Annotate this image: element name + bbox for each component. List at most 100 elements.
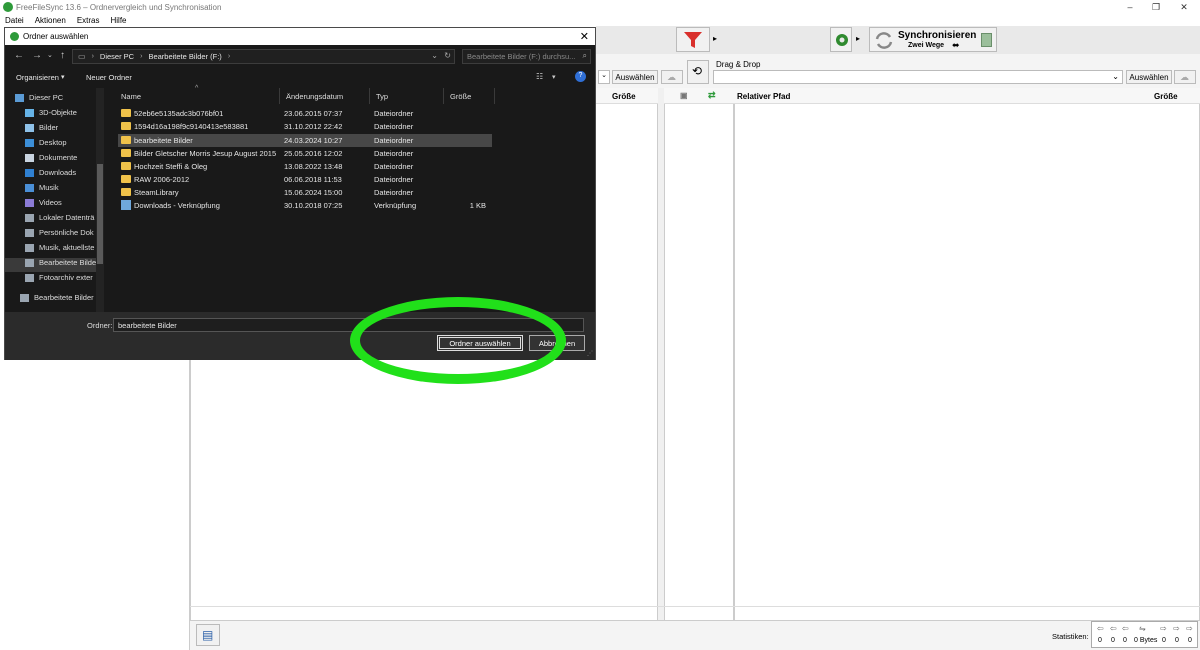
folder-icon <box>121 109 131 117</box>
file-row[interactable]: SteamLibrary 15.06.2024 15:00 Dateiordner <box>118 186 492 199</box>
nav-item-this-pc[interactable]: Dieser PC <box>15 93 107 107</box>
search-icon: ⌕ <box>582 51 587 60</box>
file-row[interactable]: 1594d16a198f9c9140413e583881 31.10.2012 2… <box>118 120 492 133</box>
dialog-title-bar: Ordner auswählen ✕ <box>5 28 595 45</box>
sync-config-icon <box>981 33 992 47</box>
filter-icon <box>684 32 702 48</box>
menu-extras[interactable]: Extras <box>77 16 100 25</box>
right-folder-input[interactable]: ⌄ <box>713 70 1123 84</box>
refresh-icon[interactable]: ↻ <box>444 51 451 60</box>
right-grid-header: Relativer Pfad Größe <box>734 88 1200 104</box>
new-folder-button[interactable]: Neuer Ordner <box>86 73 132 82</box>
view-options-icon[interactable]: ☷ <box>536 72 543 81</box>
minimize-button[interactable]: – <box>1120 2 1140 12</box>
app-icon <box>3 2 13 12</box>
close-button[interactable]: ✕ <box>1174 2 1194 13</box>
music-icon <box>25 184 34 193</box>
settings-button[interactable] <box>830 27 852 52</box>
menu-hilfe[interactable]: Hilfe <box>111 16 127 25</box>
drive-icon <box>20 294 29 303</box>
right-grid <box>734 88 1200 620</box>
column-header-type[interactable]: Typ <box>370 88 444 104</box>
up-arrow-icon[interactable]: ↑ <box>60 50 65 61</box>
middle-grid <box>664 88 734 620</box>
settings-dropdown-icon[interactable]: ▸ <box>856 34 860 43</box>
forward-arrow-icon[interactable]: → <box>32 50 42 61</box>
view-dropdown-icon[interactable]: ▾ <box>552 73 556 81</box>
sync-icon <box>875 32 893 49</box>
breadcrumb-separator: › <box>227 53 231 60</box>
download-icon <box>25 169 34 178</box>
dialog-close-button[interactable]: ✕ <box>580 30 589 43</box>
dialog-toolbar: Organisieren ▾ Neuer Ordner ☷ ▾ ? <box>5 69 595 86</box>
resize-grip-icon[interactable]: ⋰ <box>587 350 593 357</box>
breadcrumb-separator: › <box>140 53 143 60</box>
column-header-size[interactable]: Größe <box>444 88 495 104</box>
address-dropdown-icon[interactable]: ⌄ <box>431 51 438 60</box>
menu-bar: Datei Aktionen Extras Hilfe <box>0 14 1200 26</box>
history-dropdown-icon[interactable]: ⌄ <box>47 51 53 59</box>
file-row[interactable]: Downloads - Verknüpfung 30.10.2018 07:25 V… <box>118 199 492 212</box>
stat-delete-right-icon: ⇨ <box>1186 624 1193 633</box>
log-icon: ▤ <box>202 628 214 642</box>
sync-label: Synchronisieren <box>898 30 977 41</box>
log-button[interactable]: ▤ <box>196 624 220 646</box>
chevron-down-icon[interactable]: ⌄ <box>1112 72 1119 81</box>
menu-datei[interactable]: Datei <box>5 16 24 25</box>
document-icon <box>25 154 34 163</box>
navigation-scroll-thumb[interactable] <box>97 164 103 264</box>
folder-icon <box>121 136 131 144</box>
left-size-header[interactable]: Größe <box>612 92 636 101</box>
drive-icon: ▭ <box>78 52 86 61</box>
filter-dropdown-icon[interactable]: ▸ <box>713 34 717 43</box>
file-row[interactable]: 52eb6e5135adc3b076bf01 23.06.2015 07:37 Da… <box>118 107 492 120</box>
left-folder-dropdown[interactable]: ⌄ <box>598 70 610 84</box>
cloud-icon: ☁ <box>667 72 676 82</box>
file-row[interactable]: Hochzeit Steffi & Oleg 13.08.2022 13:48 Da… <box>118 160 492 173</box>
navigation-pane: Dieser PC 3D-Objekte Bilder Desktop Doku… <box>5 88 104 312</box>
organize-button[interactable]: Organisieren <box>16 73 59 82</box>
pictures-icon <box>25 124 34 133</box>
synchronize-button[interactable]: Synchronisieren Zwei Wege ⬌ <box>869 27 997 52</box>
left-cloud-button[interactable]: ☁ <box>661 70 683 84</box>
file-row[interactable]: bearbeitete Bilder 24.03.2024 10:27 Dateio… <box>118 134 492 147</box>
folder-icon <box>121 122 131 130</box>
breadcrumb-dieser-pc[interactable]: Dieser PC <box>100 52 134 61</box>
stat-update-right-icon: ⇨ <box>1173 624 1180 633</box>
sync-variant: Zwei Wege <box>908 42 945 49</box>
sync-direction-icon[interactable]: ⇄ <box>708 90 716 101</box>
stat-value: 0 <box>1188 637 1192 644</box>
column-header-date[interactable]: Änderungsdatum <box>280 88 370 104</box>
nav-item-edited-pictures[interactable]: Bearbeitete Bilde <box>5 258 97 272</box>
sort-indicator-icon: ^ <box>195 85 199 92</box>
relative-path-header[interactable]: Relativer Pfad <box>737 92 790 101</box>
search-box[interactable]: Bearbeitete Bilder (F:) durchsu... ⌕ <box>462 49 591 64</box>
back-arrow-icon[interactable]: ← <box>14 50 24 61</box>
organize-dropdown-icon[interactable]: ▾ <box>61 73 65 81</box>
file-row[interactable]: RAW 2006-2012 06.06.2018 11:53 Dateiordner <box>118 173 492 186</box>
maximize-button[interactable]: ❐ <box>1146 2 1166 13</box>
swap-icon: ⟲ <box>692 64 703 78</box>
window-title: FreeFileSync 13.6 – Ordnervergleich und … <box>16 3 222 12</box>
help-button[interactable]: ? <box>575 71 586 82</box>
status-bar <box>190 620 1200 650</box>
right-cloud-button[interactable]: ☁ <box>1174 70 1196 84</box>
swap-sides-button[interactable]: ⟲ <box>687 60 709 84</box>
file-row[interactable]: Bilder Gletscher Morris Jesup August 201… <box>118 147 492 160</box>
right-browse-button[interactable]: Auswählen <box>1126 70 1172 84</box>
grid-footer <box>190 606 1200 620</box>
compare-icon[interactable]: ▣ <box>680 91 688 100</box>
breadcrumb-separator: › <box>91 53 94 60</box>
filter-button[interactable] <box>676 27 710 52</box>
drive-icon <box>25 259 34 268</box>
address-bar[interactable]: ▭ › Dieser PC › Bearbeitete Bilder (F:) … <box>72 49 455 64</box>
stat-create-right-icon: ⇨ <box>1160 624 1167 633</box>
menu-aktionen[interactable]: Aktionen <box>35 16 66 25</box>
breadcrumb-drive[interactable]: Bearbeitete Bilder (F:) <box>148 52 221 61</box>
left-browse-button[interactable]: Auswählen <box>612 70 658 84</box>
drive-icon <box>25 229 34 238</box>
highlight-annotation <box>350 297 566 384</box>
stat-value: 0 <box>1123 637 1127 644</box>
right-size-header[interactable]: Größe <box>1154 92 1178 101</box>
stat-create-left-icon: ⇦ <box>1097 624 1104 633</box>
